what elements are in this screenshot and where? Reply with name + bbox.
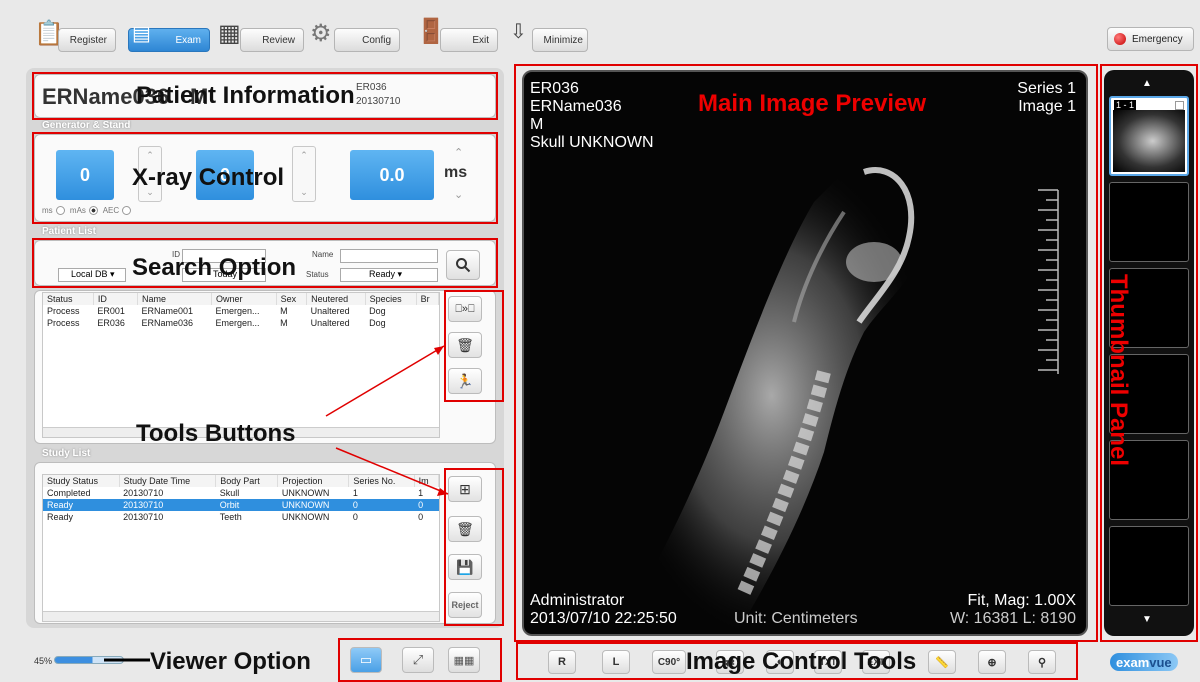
column-header[interactable]: Study Date Time (119, 475, 217, 487)
table-row[interactable]: Process ER036 ERName036 Emergen... M Unaltere… (43, 317, 439, 329)
label-xray-control: X-ray Control (132, 164, 285, 191)
column-header[interactable]: Status (43, 293, 94, 305)
zoom-slider[interactable] (54, 656, 124, 664)
table-cell: 1 (352, 488, 358, 498)
table-cell: Dog (369, 306, 386, 316)
generator-title: Generator & Stand (42, 120, 131, 131)
table-row[interactable]: Ready 20130710 Teeth UNKNOWN 0 0 (43, 511, 439, 523)
column-header[interactable]: Br (416, 293, 439, 305)
exit-label: Exit (472, 34, 489, 46)
table-cell: 0 (418, 512, 424, 522)
table-cell: 0 (348, 499, 415, 511)
label-tools-buttons: Tools Buttons (136, 420, 296, 447)
column-header[interactable]: Body Part (215, 475, 279, 487)
patient-table-area: Status ID Name Owner Sex Neutered Species Br Pr… (42, 292, 440, 438)
table-cell: UNKNOWN (281, 512, 330, 522)
table-row[interactable]: Ready 20130710 Orbit UNKNOWN 0 0 (43, 499, 439, 511)
column-header[interactable]: Study Status (43, 475, 120, 487)
table-cell: Skull (219, 488, 240, 498)
patient-list-title: Patient List (42, 226, 96, 237)
column-header[interactable]: Projection (277, 475, 350, 487)
minimize-icon: ⇩ (510, 21, 527, 43)
table-cell: Process (47, 306, 80, 316)
gear-icon: ⚙ (310, 20, 332, 47)
patient-table: Status ID Name Owner Sex Neutered Species Br Pr… (43, 293, 439, 329)
zoom-percent: 45% (34, 656, 53, 666)
minimize-button[interactable]: Minimize (532, 28, 588, 52)
logo-vue: vue (1149, 654, 1172, 670)
config-button[interactable]: Config (334, 28, 400, 52)
annot-box-main-preview (514, 64, 1098, 642)
table-cell: 20130710 (123, 488, 164, 498)
table-row[interactable]: Completed 20130710 Skull UNKNOWN 1 1 (43, 487, 439, 499)
exam-icon: ▤ (132, 23, 151, 45)
table-cell: M (280, 306, 288, 316)
table-row[interactable]: Process ER001 ERName001 Emergen... M Unaltere… (43, 305, 439, 317)
register-label: Register (69, 34, 107, 46)
column-header[interactable]: Im (414, 475, 439, 487)
table-cell: ERName036 (141, 318, 194, 328)
exam-label: Exam (175, 34, 201, 46)
annot-box-tools-top (444, 290, 504, 402)
column-header[interactable]: Sex (276, 293, 308, 305)
table-cell: Process (47, 318, 80, 328)
table-cell: UNKNOWN (281, 488, 330, 498)
study-table-scrollbar[interactable] (43, 611, 439, 621)
column-header[interactable]: Name (137, 293, 212, 305)
exit-button[interactable]: Exit (440, 28, 498, 52)
table-cell: Unaltered (310, 306, 350, 316)
column-header[interactable]: Neutered (306, 293, 366, 305)
column-header[interactable]: Species (365, 293, 417, 305)
table-cell: Dog (369, 318, 386, 328)
column-header[interactable]: Owner (211, 293, 277, 305)
column-header[interactable]: Series No. (348, 475, 415, 487)
table-cell: Emergen... (215, 306, 260, 316)
table-cell (416, 305, 438, 317)
table-cell: 20130710 (119, 499, 216, 511)
table-cell: ER001 (97, 306, 125, 316)
review-label: Review (262, 34, 295, 46)
table-cell: Completed (47, 488, 91, 498)
label-image-control-tools: Image Control Tools (686, 648, 917, 675)
study-table: Study Status Study Date Time Body Part Proj… (43, 475, 439, 523)
study-list-title: Study List (42, 448, 91, 459)
emergency-light-icon (1114, 33, 1126, 45)
table-cell: Unaltered (310, 318, 350, 328)
emergency-label: Emergency (1132, 33, 1183, 45)
column-header[interactable]: ID (93, 293, 139, 305)
study-table-area: Study Status Study Date Time Body Part Proj… (42, 474, 440, 622)
label-patient-information: Patient Information (136, 82, 355, 109)
table-cell: Orbit (215, 499, 278, 511)
review-icon: ▦ (218, 20, 241, 47)
label-viewer-option: Viewer Option (150, 648, 311, 675)
table-cell: Emergen... (215, 318, 260, 328)
table-cell: ER036 (97, 318, 125, 328)
annot-box-tools-bottom (444, 468, 504, 626)
table-cell: Teeth (219, 512, 242, 522)
table-cell: 20130710 (123, 512, 164, 522)
table-cell: Ready (43, 499, 120, 511)
minimize-label: Minimize (543, 34, 583, 46)
table-cell (416, 317, 438, 329)
table-cell: UNKNOWN (277, 499, 349, 511)
annot-box-viewer-option (338, 638, 502, 682)
table-cell: 1 (418, 488, 424, 498)
table-cell: 0 (414, 499, 439, 511)
label-main-image-preview: Main Image Preview (698, 90, 927, 117)
table-cell: ERName001 (141, 306, 194, 316)
register-button[interactable]: Register (58, 28, 116, 52)
table-cell: M (280, 318, 288, 328)
examvue-logo: exam vue (1110, 653, 1178, 671)
label-thumbnail-panel: Thumbnail Panel (1105, 273, 1133, 467)
review-button[interactable]: Review (240, 28, 304, 52)
table-cell: Ready (47, 512, 74, 522)
label-search-option: Search Option (132, 254, 297, 281)
config-label: Config (362, 34, 391, 46)
table-cell: 0 (352, 512, 358, 522)
emergency-button[interactable]: Emergency (1107, 27, 1194, 51)
logo-exam: exam (1116, 654, 1150, 670)
